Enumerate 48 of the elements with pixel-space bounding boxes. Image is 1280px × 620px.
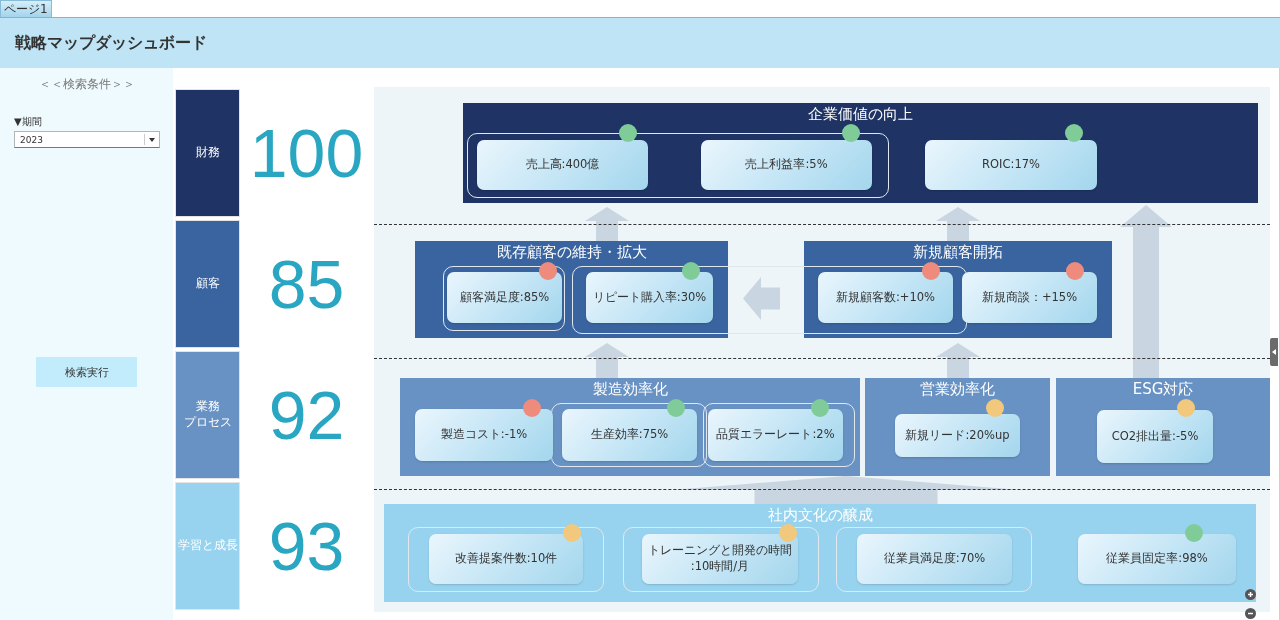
objective-title: 新規顧客開拓	[913, 243, 1003, 261]
perspective-score: 85	[268, 250, 345, 318]
zoom-out-icon[interactable]	[1245, 608, 1256, 619]
objective-title: 既存顧客の維持・拡大	[496, 243, 647, 261]
kpi-card[interactable]: CO2排出量:-5%	[1097, 410, 1213, 463]
search-conditions-heading: ＜＜検索条件＞＞	[38, 76, 135, 93]
perspective-score: 92	[268, 381, 345, 449]
dashboard-title: 戦略マップダッシュボード	[15, 32, 207, 54]
collapse-handle[interactable]	[1270, 338, 1278, 366]
kpi-card[interactable]: 生産効率:75%	[562, 409, 697, 461]
kpi-card[interactable]: 新規リード:20%up	[895, 414, 1020, 457]
page-tab[interactable]: ページ1	[0, 0, 52, 17]
kpi-card[interactable]: ROIC:17%	[925, 140, 1097, 190]
objective-title: 社内文化の醸成	[767, 506, 873, 524]
kpi-card[interactable]: トレーニングと開発の時間 :10時間/月	[642, 534, 798, 584]
objective-title: ESG対応	[1132, 380, 1194, 398]
kpi-card[interactable]: 売上利益率:5%	[701, 140, 872, 190]
perspective-score: 93	[268, 512, 345, 580]
search-button[interactable]: 検索実行	[36, 357, 137, 387]
up-arrow	[936, 343, 980, 378]
left-arrow	[743, 277, 780, 320]
kpi-card[interactable]: 従業員満足度:70%	[857, 534, 1012, 584]
kpi-card[interactable]: 改善提案件数:10件	[429, 534, 583, 584]
kpi-card[interactable]: 顧客満足度:85%	[447, 272, 562, 323]
perspective-label: プロセス	[183, 415, 232, 431]
kpi-card[interactable]: 製造コスト:-1%	[415, 409, 553, 461]
caret-icon	[1272, 349, 1276, 355]
period-label: ▼期間	[14, 115, 42, 129]
objective-title: 企業価値の向上	[808, 105, 913, 123]
kpi-card[interactable]: 従業員固定率:98%	[1078, 534, 1236, 584]
objective-title: 製造効率化	[592, 380, 668, 398]
kpi-card[interactable]: 新規顧客数:+10%	[818, 272, 953, 323]
kpi-card[interactable]: 新規商談：+15%	[962, 272, 1097, 323]
objective-title: 営業効率化	[920, 380, 995, 398]
kpi-card[interactable]: リピート購入率:30%	[586, 272, 713, 323]
period-select[interactable]: 2023	[14, 131, 160, 148]
up-arrow	[936, 207, 980, 241]
perspective-label: 顧客	[195, 276, 220, 292]
zoom-in-icon[interactable]	[1245, 589, 1256, 600]
up-arrow	[585, 343, 629, 378]
kpi-card[interactable]: 品質エラーレート:2%	[708, 409, 843, 461]
perspective-label: 業務	[195, 399, 220, 415]
perspective-label: 学習と成長	[177, 538, 238, 554]
perspective-label: 財務	[195, 145, 220, 161]
up-arrow	[585, 207, 629, 241]
perspective-score: 100	[249, 119, 364, 187]
caret-icon	[149, 137, 155, 142]
kpi-card[interactable]: 売上高:400億	[477, 140, 648, 190]
